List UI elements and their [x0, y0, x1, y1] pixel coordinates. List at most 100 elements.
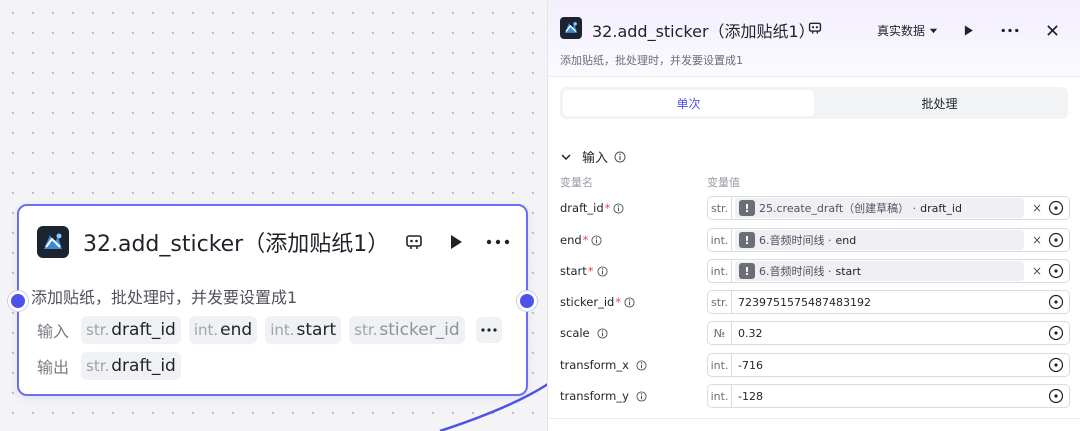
- column-header-value: 变量值: [707, 176, 740, 189]
- info-icon: [613, 202, 624, 214]
- more-options-icon[interactable]: [486, 230, 510, 254]
- param-value-text[interactable]: -128: [738, 390, 1048, 403]
- panel-tag-icon[interactable]: [808, 20, 822, 39]
- param-value-field[interactable]: int. ! 6.音频时间线 · end ×: [707, 228, 1070, 252]
- plugin-logo-icon: [560, 17, 582, 39]
- tab-single[interactable]: 单次: [563, 90, 814, 116]
- param-row-scale: scale № 0.32: [560, 321, 1070, 345]
- input-chip: str. sticker_id: [349, 316, 465, 344]
- param-value-field[interactable]: int. -716: [707, 353, 1070, 377]
- output-port[interactable]: [517, 291, 537, 311]
- clear-icon[interactable]: ×: [1032, 233, 1042, 247]
- param-row-sticker-id: sticker_id * str. 7239751575487483192: [560, 290, 1070, 314]
- input-chip: int. end: [188, 316, 258, 344]
- settings-icon[interactable]: [1048, 263, 1064, 279]
- param-row-transform-x: transform_x int. -716: [560, 353, 1070, 377]
- settings-icon[interactable]: [1048, 388, 1064, 404]
- settings-icon[interactable]: [1048, 200, 1064, 216]
- info-icon: [636, 390, 647, 402]
- param-row-transform-y: transform_y int. -128: [560, 384, 1070, 408]
- panel-title: 32.add_sticker（添加贴纸1）: [592, 22, 815, 41]
- info-icon: [597, 265, 608, 277]
- input-port[interactable]: [8, 291, 28, 311]
- node-outputs-row: 输出 str. draft_id: [31, 352, 502, 380]
- info-icon: [624, 296, 635, 308]
- param-value-text[interactable]: 7239751575487483192: [738, 296, 1048, 309]
- param-name: end: [560, 233, 582, 247]
- param-value-field[interactable]: str. 7239751575487483192: [707, 290, 1070, 314]
- required-mark: *: [582, 233, 589, 247]
- run-play-icon[interactable]: [444, 230, 468, 254]
- workflow-node[interactable]: 32.add_sticker（添加贴纸1） 添加贴纸，批处理时，并发要设置成1 …: [8, 204, 537, 396]
- param-name: scale: [560, 326, 590, 340]
- output-chip: str. draft_id: [81, 352, 181, 380]
- type-indicator: int.: [708, 260, 732, 282]
- info-icon: [591, 234, 602, 246]
- input-chip: int. start: [265, 316, 342, 344]
- info-icon: [597, 327, 608, 339]
- input-chip: str. draft_id: [81, 316, 181, 344]
- required-mark: *: [604, 201, 611, 215]
- input-section-header[interactable]: 输入: [560, 147, 626, 166]
- param-value-field[interactable]: № 0.32: [707, 321, 1070, 345]
- type-indicator: int.: [708, 229, 732, 251]
- warning-icon: !: [739, 200, 755, 216]
- param-row-start: start * int. ! 6.音频时间线 · start ×: [560, 259, 1070, 283]
- caret-down-icon: [929, 28, 938, 33]
- param-name: start: [560, 264, 587, 278]
- node-header: 32.add_sticker（添加贴纸1）: [37, 224, 510, 260]
- clear-icon[interactable]: ×: [1032, 264, 1042, 278]
- param-name: transform_x: [560, 358, 629, 372]
- type-indicator: int.: [708, 385, 732, 407]
- clear-icon[interactable]: ×: [1032, 201, 1042, 215]
- param-row-end: end * int. ! 6.音频时间线 · end ×: [560, 228, 1070, 252]
- type-indicator: int.: [708, 354, 732, 376]
- param-value-text[interactable]: -716: [738, 359, 1048, 372]
- run-play-icon[interactable]: [956, 18, 980, 42]
- panel-divider: [548, 418, 1080, 419]
- more-inputs-icon[interactable]: [476, 317, 502, 343]
- param-name: transform_y: [560, 389, 629, 403]
- node-inputs-row: 输入 str. draft_id int. end int. start str. st…: [31, 316, 502, 344]
- variable-reference[interactable]: ! 6.音频时间线 · start: [735, 261, 1024, 281]
- panel-header: 32.add_sticker（添加贴纸1） 真实数据 添加贴纸，批处理时，并发要…: [548, 0, 1080, 77]
- section-title: 输入: [582, 151, 609, 166]
- warning-icon: !: [739, 232, 755, 248]
- node-title: 32.add_sticker（添加贴纸1）: [83, 232, 390, 257]
- info-icon: [614, 151, 626, 163]
- type-indicator: str.: [708, 291, 732, 313]
- variable-reference[interactable]: ! 25.create_draft（创建草稿） · draft_id: [735, 198, 1024, 218]
- type-indicator: №: [708, 322, 732, 344]
- outputs-label: 输出: [37, 358, 70, 377]
- param-value-field[interactable]: int. -128: [707, 384, 1070, 408]
- settings-icon[interactable]: [1048, 357, 1064, 373]
- settings-icon[interactable]: [1048, 294, 1064, 310]
- chevron-down-icon: [561, 153, 571, 160]
- close-icon[interactable]: [1040, 18, 1064, 42]
- variable-reference[interactable]: ! 6.音频时间线 · end: [735, 230, 1024, 250]
- required-mark: *: [615, 295, 622, 309]
- run-mode-tabs: 单次 批处理: [560, 87, 1068, 119]
- param-value-field[interactable]: int. ! 6.音频时间线 · start ×: [707, 259, 1070, 283]
- inputs-label: 输入: [37, 322, 70, 341]
- node-description: 添加贴纸，批处理时，并发要设置成1: [31, 288, 298, 307]
- param-row-draft-id: draft_id * str. ! 25.create_draft（创建草稿） · d…: [560, 196, 1070, 220]
- settings-icon[interactable]: [1048, 232, 1064, 248]
- param-value-field[interactable]: str. ! 25.create_draft（创建草稿） · draft_id ×: [707, 196, 1070, 220]
- data-mode-label: 真实数据: [876, 23, 925, 38]
- node-detail-panel: 32.add_sticker（添加贴纸1） 真实数据 添加贴纸，批处理时，并发要…: [547, 0, 1080, 431]
- param-value-text[interactable]: 0.32: [738, 327, 1048, 340]
- param-name: sticker_id: [560, 295, 615, 309]
- node-tag-icon[interactable]: [402, 230, 426, 254]
- data-mode-dropdown[interactable]: 真实数据: [877, 22, 938, 39]
- plugin-logo-icon: [37, 226, 69, 258]
- type-indicator: str.: [708, 197, 732, 219]
- column-header-name: 变量名: [560, 176, 593, 189]
- panel-description: 添加贴纸，批处理时，并发要设置成1: [560, 54, 743, 67]
- settings-icon[interactable]: [1048, 325, 1064, 341]
- more-options-icon[interactable]: [998, 18, 1022, 42]
- tab-batch[interactable]: 批处理: [814, 90, 1065, 116]
- required-mark: *: [587, 264, 594, 278]
- info-icon: [636, 359, 647, 371]
- param-name: draft_id: [560, 201, 604, 215]
